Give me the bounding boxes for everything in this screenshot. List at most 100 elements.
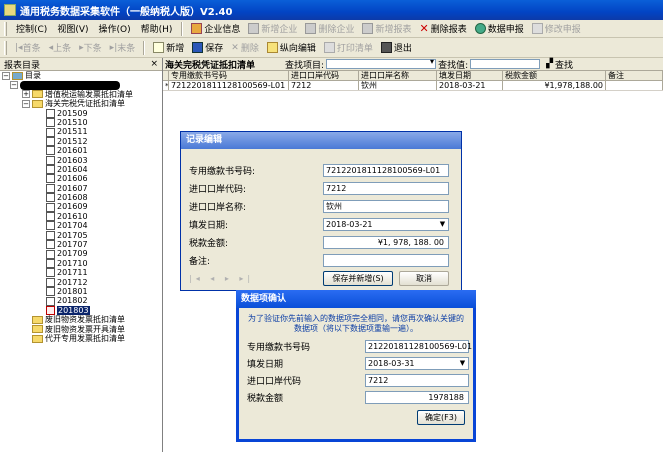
add-report-button[interactable]: 新增报表 xyxy=(358,22,415,35)
last-record-button[interactable]: ▸| 末条 xyxy=(106,41,140,55)
tree-period-item[interactable]: 201709 xyxy=(2,249,162,259)
collapse-icon[interactable]: − xyxy=(2,71,10,80)
tree-period-item[interactable]: 201607 xyxy=(2,184,162,193)
tree-period-item[interactable]: 201704 xyxy=(2,221,162,231)
tree-period-item[interactable]: 201511 xyxy=(2,127,162,137)
cancel-button[interactable]: 取消 xyxy=(399,271,449,286)
tree-period-item[interactable]: 201609 xyxy=(2,202,162,212)
menu-control[interactable]: 控制(C) xyxy=(11,22,52,35)
add-company-button[interactable]: 新增企业 xyxy=(244,22,301,35)
menu-operation[interactable]: 操作(O) xyxy=(94,22,136,35)
delete-company-button[interactable]: 删除企业 xyxy=(301,22,358,35)
tree-group-other[interactable]: 废旧物资发票开具清单 xyxy=(2,325,162,334)
tax-amount-field[interactable]: ¥1, 978, 188. 00 xyxy=(323,236,449,249)
save-and-new-button[interactable]: 保存并新增(S) xyxy=(323,271,393,286)
menu-view[interactable]: 视图(V) xyxy=(52,22,93,35)
modify-declare-label: 修改申报 xyxy=(544,25,581,35)
chevron-down-icon[interactable]: ▼ xyxy=(458,359,467,368)
period-label: 201711 xyxy=(57,268,88,278)
collapse-icon[interactable]: − xyxy=(10,81,18,90)
search-button[interactable]: 查找 xyxy=(555,58,573,71)
period-label: 201606 xyxy=(57,174,88,184)
table-row[interactable]: * 7212201811128100569-L01 7212 钦州 2018-0… xyxy=(163,81,663,91)
delete-report-button[interactable]: ✕ 删除报表 xyxy=(415,22,470,35)
report-tree-panel: 报表目录 × − 目录 − + 增值税运输发票抵扣清单 − 海关完税凭证抵扣清单… xyxy=(0,58,163,452)
confirm-amount-field[interactable]: 1978188 xyxy=(365,391,469,404)
exit-button[interactable]: 退出 xyxy=(377,41,416,54)
delete-record-button[interactable]: ✕ 删除 xyxy=(227,41,263,55)
table-cell[interactable]: 7212 xyxy=(289,81,359,90)
column-header[interactable]: 备注 xyxy=(606,71,663,80)
tree-period-item[interactable]: 201608 xyxy=(2,193,162,203)
folder-icon xyxy=(32,334,43,343)
folder-icon xyxy=(32,90,43,99)
tree-period-item[interactable]: 201801 xyxy=(2,286,162,297)
data-declare-button[interactable]: 数据申报 xyxy=(471,22,528,35)
new-icon xyxy=(153,42,165,53)
confirm-date-field[interactable]: 2018-03-31 ▼ xyxy=(365,357,469,370)
column-header[interactable]: 填发日期 xyxy=(437,71,503,80)
tree-period-item[interactable]: 201712 xyxy=(2,278,162,287)
port-name-field[interactable]: 钦州 xyxy=(323,200,449,213)
table-cell[interactable]: 2018-03-21 xyxy=(437,81,503,90)
table-cell[interactable] xyxy=(606,81,663,90)
table-cell[interactable]: 7212201811128100569-L01 xyxy=(169,81,289,90)
new-record-button[interactable]: 新增 xyxy=(149,41,188,54)
tree-period-item[interactable]: 201707 xyxy=(2,240,162,250)
tree-period-item[interactable]: 201711 xyxy=(2,268,162,278)
tree-period-item[interactable]: 201603 xyxy=(2,156,162,165)
collapse-icon[interactable]: − xyxy=(22,99,30,108)
tree-group-transport[interactable]: + 增值税运输发票抵扣清单 xyxy=(2,90,162,99)
column-header[interactable]: 进口口岸名称 xyxy=(359,71,437,80)
expand-icon[interactable]: + xyxy=(22,90,30,99)
period-label: 201801 xyxy=(57,286,88,296)
tree-period-item[interactable]: 201601 xyxy=(2,146,162,156)
report-doc-icon xyxy=(46,277,55,287)
save-button[interactable]: 保存 xyxy=(188,41,227,54)
modify-declare-button[interactable]: 修改申报 xyxy=(528,22,585,35)
field-label: 进口口岸代码 xyxy=(247,377,302,387)
next-record-button[interactable]: ▸ 下条 xyxy=(75,41,106,55)
tree-root[interactable]: − 目录 xyxy=(2,71,162,80)
port-code-field[interactable]: 7212 xyxy=(323,182,449,195)
tree-period-item[interactable]: 201604 xyxy=(2,165,162,175)
table-cell[interactable]: ¥1,978,188.00 xyxy=(503,81,606,90)
column-header[interactable]: 专用缴款书号码 xyxy=(169,71,289,80)
confirm-receipt-field[interactable]: 2122018112810056​9-L01 xyxy=(365,340,472,353)
tree-period-item[interactable]: 201512 xyxy=(2,137,162,146)
tree-header: 报表目录 × xyxy=(0,58,162,71)
menu-help[interactable]: 帮助(H) xyxy=(136,22,178,35)
first-record-button[interactable]: |◂ 首条 xyxy=(11,41,45,55)
prev-record-button[interactable]: ◂ 上条 xyxy=(45,41,76,55)
tree-group-other[interactable]: 废旧物资发票抵扣清单 xyxy=(2,315,162,324)
tree-period-item[interactable]: 201710 xyxy=(2,259,162,268)
column-header[interactable]: 进口口岸代码 xyxy=(289,71,359,80)
tree-group-other[interactable]: 代开专用发票抵扣清单 xyxy=(2,334,162,343)
search-item-select[interactable] xyxy=(326,57,437,69)
tree-group-customs[interactable]: − 海关完税凭证抵扣清单 xyxy=(2,99,162,108)
tree-period-item[interactable]: 201610 xyxy=(2,212,162,222)
issue-date-field[interactable]: 2018-03-21 ▼ xyxy=(323,218,449,231)
vertical-edit-button[interactable]: 纵向编辑 xyxy=(263,41,320,54)
report-doc-icon xyxy=(46,118,55,128)
column-header[interactable]: 税款金额 xyxy=(503,71,606,80)
tree-period-item[interactable]: 201606 xyxy=(2,174,162,184)
receipt-number-field[interactable]: 7212201811128100569-L01 xyxy=(323,164,449,177)
search-value-input[interactable] xyxy=(470,59,541,69)
modify-declare-icon xyxy=(531,23,543,34)
company-info-button[interactable]: 企业信息 xyxy=(187,22,244,35)
remark-field[interactable] xyxy=(323,254,449,267)
close-panel-icon[interactable]: × xyxy=(150,59,158,69)
tree-period-item[interactable]: 201803 xyxy=(2,305,162,316)
period-label: 201607 xyxy=(57,183,88,193)
confirm-ok-button[interactable]: 确定(F3) xyxy=(417,410,465,425)
tree-company[interactable]: − xyxy=(2,80,162,90)
tree-period-item[interactable]: 201510 xyxy=(2,118,162,128)
tree-period-item[interactable]: 201509 xyxy=(2,109,162,118)
confirm-port-code-field[interactable]: 7212 xyxy=(365,374,469,387)
chevron-down-icon[interactable]: ▼ xyxy=(438,220,447,229)
print-list-button[interactable]: 打印清单 xyxy=(320,41,377,54)
tree-period-item[interactable]: 201705 xyxy=(2,231,162,240)
table-cell[interactable]: 钦州 xyxy=(359,81,437,90)
tree-period-item[interactable]: 201802 xyxy=(2,296,162,306)
